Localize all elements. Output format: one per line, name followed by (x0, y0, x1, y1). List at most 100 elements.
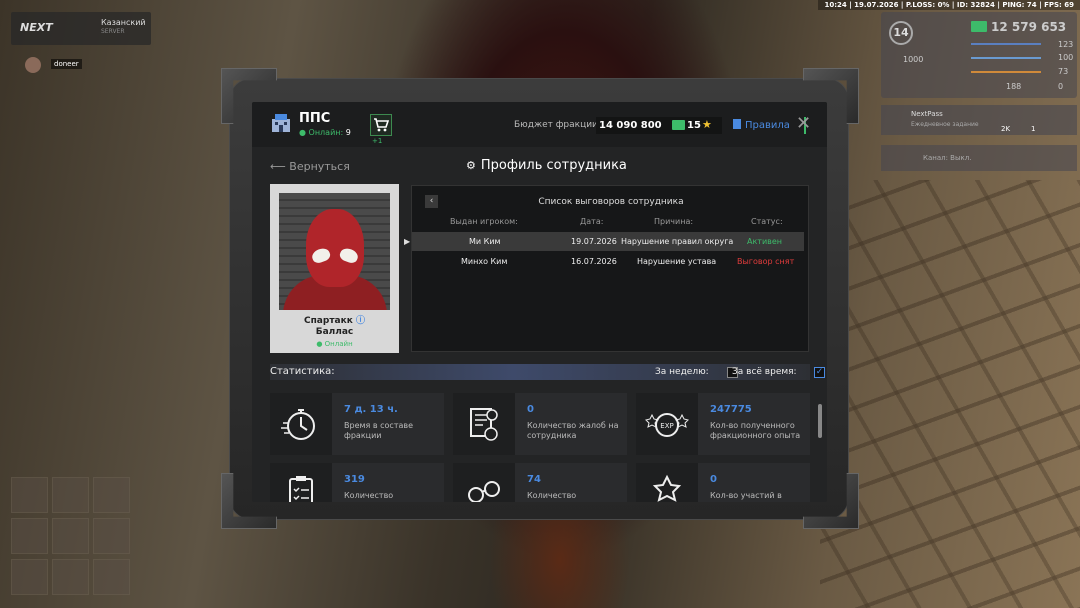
rules-doc-icon (733, 119, 741, 129)
mask-eye (338, 246, 360, 265)
nextpass-title: NextPass (911, 110, 943, 118)
game-world-floor (820, 180, 1080, 608)
stat-tile: 319 Количество (270, 463, 444, 502)
quickslot[interactable] (11, 477, 48, 513)
svg-text:EXP: EXP (660, 422, 673, 430)
stopwatch-icon (270, 393, 332, 455)
quickslot[interactable] (52, 518, 89, 554)
col-reason: Причина: (654, 217, 694, 226)
page-title-text: Профиль сотрудника (480, 158, 627, 173)
col-date: Дата: (580, 217, 604, 226)
cell-status: Выговор снят (737, 257, 795, 266)
quickslot[interactable] (52, 559, 89, 595)
nextpass-widget[interactable]: NextPass Ежедневное задание 2K 1 (881, 105, 1077, 135)
all-time-label: За всё время: (732, 367, 797, 377)
player-stats-panel: 14 12 579 653 1000 123 100 73 188 0 (881, 12, 1077, 98)
tile-value: 0 (710, 474, 717, 485)
budget-value: 14 090 800 (599, 120, 662, 131)
rules-link[interactable]: Правила (733, 119, 790, 131)
quickslot[interactable] (11, 559, 48, 595)
quickslot[interactable] (52, 477, 89, 513)
cell-reason: Нарушение правил округа (621, 237, 734, 246)
server-logo-box: NEXT Казанский SERVER (11, 12, 151, 45)
cash-icon (672, 120, 685, 130)
police-building-icon (272, 114, 290, 132)
col-issuer: Выдан игроком: (450, 217, 518, 226)
game-logo: NEXT (20, 21, 53, 34)
employee-name: Спартакк ⓘ Баллас (270, 316, 399, 338)
ad-stat: 1000 (903, 55, 924, 64)
armor-bar (971, 57, 1041, 59)
rules-label: Правила (745, 120, 790, 131)
employee-status: ● Онлайн (316, 340, 353, 348)
tile-desc: Время в составе фракции (344, 421, 414, 440)
statistics-bar: Статистика: За неделю: За всё время: ✓ (270, 364, 825, 380)
voice-channel[interactable]: Канал: Выкл. (881, 145, 1077, 171)
quickslot[interactable] (93, 559, 130, 595)
warnings-title: Список выговоров сотрудника (538, 197, 684, 207)
online-count: 9 (345, 128, 351, 137)
cash-icon (971, 21, 987, 32)
employee-last-name: Баллас (315, 327, 354, 337)
star-podium-icon (636, 463, 698, 502)
nextpass-subtitle: Ежедневное задание (911, 121, 979, 128)
tile-value: 247775 (710, 404, 752, 415)
employee-first-name: Спартакк (303, 316, 353, 326)
back-label: Вернуться (289, 160, 350, 173)
table-row[interactable]: Минхо Ким 16.07.2026 Нарушение устава Вы… (412, 252, 804, 271)
inventory-quickslots (11, 477, 131, 599)
server-sub: SERVER (101, 28, 125, 35)
stat-tile: 7 д. 13 ч. Время в составе фракции (270, 393, 444, 455)
week-label: За неделю: (655, 367, 709, 377)
tile-desc: Количество (344, 491, 394, 500)
employee-card: Спартакк ⓘ Баллас ● Онлайн (270, 184, 399, 353)
tile-desc: Количество жалоб на сотрудника (527, 421, 619, 440)
complaint-doc-icon (453, 393, 515, 455)
health-value: 123 (1058, 40, 1074, 49)
health-bar (971, 43, 1041, 45)
all-time-checkbox[interactable]: ✓ (814, 367, 825, 378)
cart-badge: +1 (372, 137, 383, 145)
quickslot[interactable] (93, 518, 130, 554)
tile-desc: Кол-во участий в (710, 491, 782, 500)
scrollbar[interactable] (818, 404, 822, 438)
quickslot[interactable] (11, 518, 48, 554)
cell-status: Активен (747, 237, 783, 246)
faction-name: ППС (299, 111, 331, 126)
employee-status-label: Онлайн (324, 340, 353, 348)
row-pointer-icon: ▶ (404, 237, 411, 246)
stat-tile: 0 Количество жалоб на сотрудника (453, 393, 627, 455)
cell-issuer: Минхо Ким (461, 257, 508, 266)
online-label: Онлайн: (308, 128, 344, 137)
stat-tile: EXP 247775 Кол-во полученного фракционно… (636, 393, 810, 455)
tile-value: 0 (527, 404, 534, 415)
close-button[interactable]: ✕ (796, 115, 811, 133)
info-icon[interactable]: ⓘ (356, 316, 365, 326)
quickslot[interactable] (93, 477, 130, 513)
armor-value: 100 (1058, 53, 1074, 62)
cell-date: 16.07.2026 (571, 257, 617, 266)
handcuffs-icon (453, 463, 515, 502)
hunger-bar (971, 71, 1041, 73)
money-value: 12 579 653 (991, 20, 1067, 34)
employee-photo (279, 193, 390, 310)
faction-online: ● Онлайн: 9 (299, 128, 351, 137)
server-name: Казанский (101, 18, 146, 27)
clipboard-icon (270, 463, 332, 502)
back-button[interactable]: ⟵ Вернуться (270, 160, 350, 173)
tile-value: 74 (527, 474, 541, 485)
tile-desc: Кол-во полученного фракционного опыта (710, 421, 801, 440)
shop-cart-button[interactable] (370, 114, 392, 136)
page-title: ⚙ Профиль сотрудника (466, 158, 627, 173)
tile-desc: Количество (527, 491, 577, 500)
statistics-label: Статистика: (270, 366, 335, 377)
server-info-bar: 10:24 | 19.07.2026 | P.LOSS: 0% | ID: 32… (818, 0, 1080, 10)
arrow-left-icon: ⟵ (270, 160, 286, 173)
budget-label: Бюджет фракции: (514, 120, 601, 130)
budget-box: 14 090 800 15 ★ (596, 117, 806, 134)
tile-value: 7 д. 13 ч. (344, 404, 398, 415)
table-row[interactable]: Ми Ким 19.07.2026 Нарушение правил округ… (412, 232, 804, 251)
player-name: doneer (51, 59, 82, 69)
stat-tile: 0 Кол-во участий в (636, 463, 810, 502)
cell-date: 19.07.2026 (571, 237, 617, 246)
